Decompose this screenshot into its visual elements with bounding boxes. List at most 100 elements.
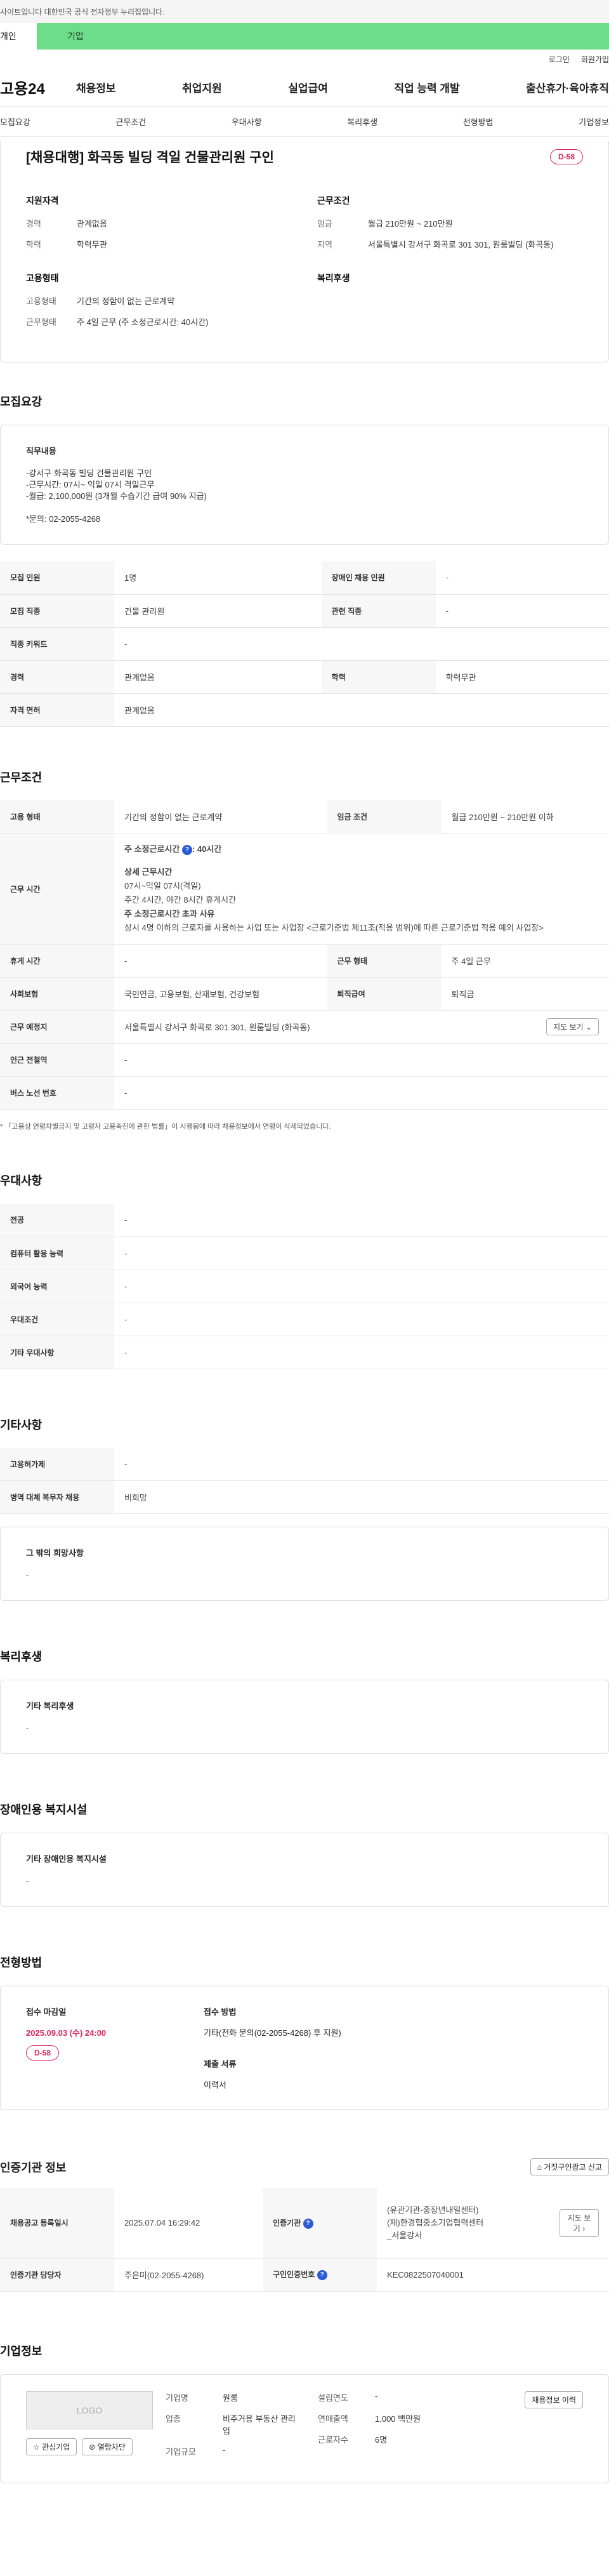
table-row: 고용허가제 - [0, 1447, 609, 1481]
table-value: - [435, 561, 609, 595]
table-row: 자격 면허 관계없음 [0, 693, 609, 727]
cert-org-cell: (유관기관-중장년내일센터) (재)한경협중소기업협력센터 _서울강서 지도 보… [377, 2188, 609, 2259]
table-value: - [114, 627, 609, 661]
docs-value: 이력서 [204, 2080, 226, 2090]
menu-item-unemployment-benefit[interactable]: 실업급여 [288, 79, 328, 95]
tab-conditions[interactable]: 근무조건 [115, 116, 146, 128]
summary-cond-title: 근무조건 [317, 196, 350, 206]
info-icon[interactable]: ? [303, 2218, 313, 2229]
table-value: 주은미(02-2055-4268) [114, 2258, 263, 2292]
conditions-table: 고용 형태 기간의 정함이 없는 근로계약 임금 조건 월급 210만원 ~ 210… [0, 800, 609, 1110]
preference-table: 전공 - 컴퓨터 활용 능력 - 외국어 능력 - 우대조건 - 기타 우대사항 - [0, 1204, 609, 1369]
table-row: 버스 노선 번호 - [0, 1076, 609, 1110]
table-row: 전공 - [0, 1204, 609, 1237]
table-key: 인증기관 담당자 [0, 2258, 114, 2292]
table-key: 직종 키워드 [0, 627, 114, 661]
company-section-title: 기업정보 [0, 2344, 43, 2358]
company-value: - [375, 2391, 378, 2401]
summary-row: 학력 학력무관 [26, 238, 292, 250]
deadline-title: 접수 마감일 [26, 2007, 67, 2017]
cert-section-title: 인증기관 정보 [0, 2161, 67, 2174]
info-icon[interactable]: ? [317, 2269, 327, 2280]
table-key: 전공 [0, 1204, 114, 1237]
login-link[interactable]: 로그인 [549, 54, 570, 65]
duty-line: -강서구 화곡동 빌딩 건물관리원 구인 [26, 468, 152, 478]
company-logo: LOGO [26, 2391, 153, 2429]
table-key: 외국어 능력 [0, 1270, 114, 1303]
tab-personal[interactable]: 개인 [0, 23, 37, 50]
cert-map-button[interactable]: 지도 보기 › [560, 2208, 599, 2237]
block-view-button[interactable]: ⊘ 열람차단 [82, 2438, 133, 2455]
company-value: 6명 [375, 2434, 388, 2445]
company-value: - [223, 2445, 226, 2455]
company-key: 업종 [166, 2413, 181, 2424]
join-link[interactable]: 회원가입 [581, 54, 609, 65]
table-value: 비희망 [114, 1480, 609, 1514]
hours-detail-line: 07시~익일 07시(격일) [124, 881, 201, 891]
cert-org-line: (재)한경협중소기업협력센터 [387, 2217, 484, 2227]
cert-org-key: 인증기관 [273, 2218, 301, 2227]
summary-qual-title: 지원자격 [26, 196, 59, 206]
site-logo[interactable]: 고용24 [0, 76, 76, 98]
summary-value: 관계없음 [77, 219, 107, 229]
menu-item-job-training[interactable]: 직업 능력 개발 [394, 79, 459, 95]
menu-item-job-info[interactable]: 채용정보 [76, 79, 116, 95]
summary-value: 기간의 정함이 없는 근로계약 [77, 296, 175, 306]
tab-company[interactable]: 기업정보 [579, 116, 609, 128]
table-key: 우대조건 [0, 1303, 114, 1336]
report-fake-ad-button[interactable]: ⌂ 거짓구인광고 신고 [530, 2158, 609, 2175]
company-info-right: 설립연도 - 연매출액 1,000 백만원 근로자수 6명 [318, 2391, 470, 2466]
table-key: 퇴직급여 [327, 977, 442, 1011]
tab-welfare[interactable]: 복리후생 [347, 116, 377, 128]
tab-company-label: 기업 [67, 31, 84, 41]
welfare-sub-title: 기타 복리후생 [26, 1701, 74, 1711]
apply-block: 접수 방법 기타(전화 문의(02-2055-4268) 후 지원) 제출 서류… [204, 2005, 341, 2090]
company-row: 연매출액 1,000 백만원 [318, 2412, 470, 2424]
table-key: 근무 시간 [0, 833, 114, 945]
table-row: 사회보험 국민연금, 고용보험, 산재보험, 건강보험 퇴직급여 퇴직금 [0, 977, 609, 1011]
job-title-row: [채용대행] 화곡동 빌딩 격일 건물관리원 구인 D-58 [26, 147, 583, 166]
table-value: - [114, 1303, 609, 1336]
info-icon[interactable]: ? [181, 844, 192, 855]
duty-box: 직무내용 -강서구 화곡동 빌딩 건물관리원 구인 -근무시간: 07시~ 익일… [0, 425, 609, 545]
company-row: 기업명 원룸 [166, 2391, 318, 2403]
table-value: - [114, 1204, 609, 1237]
summary-row: 임금 월급 210만원 ~ 210만원 [317, 217, 583, 229]
job-history-button[interactable]: 채용정보 이력 [525, 2391, 583, 2408]
table-key: 관련 직종 [321, 594, 436, 628]
table-key: 모집 인원 [0, 561, 114, 595]
table-value: KEC0822507040001 [377, 2258, 609, 2292]
cert-table: 채용공고 등록일시 2025.07.04 16:29:42 인증기관 ? (유관… [0, 2188, 609, 2292]
tab-personal-label: 개인 [0, 31, 16, 41]
table-key: 병역 대체 복무자 채용 [0, 1480, 114, 1514]
user-type-tabs: 개인 기업 [0, 23, 609, 50]
summary-welfare-title: 복리후생 [317, 273, 350, 283]
menu-item-employment-support[interactable]: 취업지원 [182, 79, 222, 95]
duty-line: -근무시간: 07시~ 익일 07시 격일근무 [26, 480, 155, 489]
table-key: 고용 형태 [0, 800, 114, 833]
summary-row: 근무형태 주 4일 근무 (주 소정근로시간: 40시간) [26, 315, 292, 328]
duty-title: 직무내용 [26, 446, 56, 456]
map-view-button[interactable]: 지도 보기 ⌄ [546, 1018, 599, 1035]
summary-key: 임금 [317, 219, 332, 229]
table-value: - [114, 1237, 609, 1270]
table-key: 근무 예정지 [0, 1010, 114, 1044]
table-row: 근무 예정지 서울특별시 강서구 화곡로 301 301, 원룸빌딩 (화곡동)… [0, 1010, 609, 1044]
summary-value: 서울특별시 강서구 화곡로 301 301, 원룸빌딩 (화곡동) [368, 240, 554, 249]
table-value: 관계없음 [114, 660, 322, 694]
job-summary-card: [채용대행] 화곡동 빌딩 격일 건물관리원 구인 D-58 지원자격 경력 관계… [0, 141, 609, 362]
company-key: 근로자수 [318, 2434, 348, 2445]
table-row: 고용 형태 기간의 정함이 없는 근로계약 임금 조건 월급 210만원 ~ 210… [0, 800, 609, 833]
menu-item-parental-leave[interactable]: 출산휴가·육아휴직 [526, 79, 609, 95]
deadline-value: 2025.09.03 (수) 24:00 [26, 2028, 107, 2038]
favorite-company-button[interactable]: ☆ 관심기업 [26, 2438, 77, 2455]
table-key: 장애인 채용 인원 [321, 561, 436, 595]
table-value: 국민연금, 고용보험, 산재보험, 건강보험 [114, 977, 327, 1011]
method-dday-badge: D-58 [26, 2045, 60, 2061]
company-key: 기업규모 [166, 2447, 196, 2457]
tab-company[interactable]: 기업 [37, 23, 609, 50]
tab-preference[interactable]: 우대사항 [232, 116, 262, 128]
docs-title: 제출 서류 [204, 2059, 237, 2069]
tab-method[interactable]: 전형방법 [463, 116, 494, 128]
tab-recruit[interactable]: 모집요강 [0, 116, 30, 128]
